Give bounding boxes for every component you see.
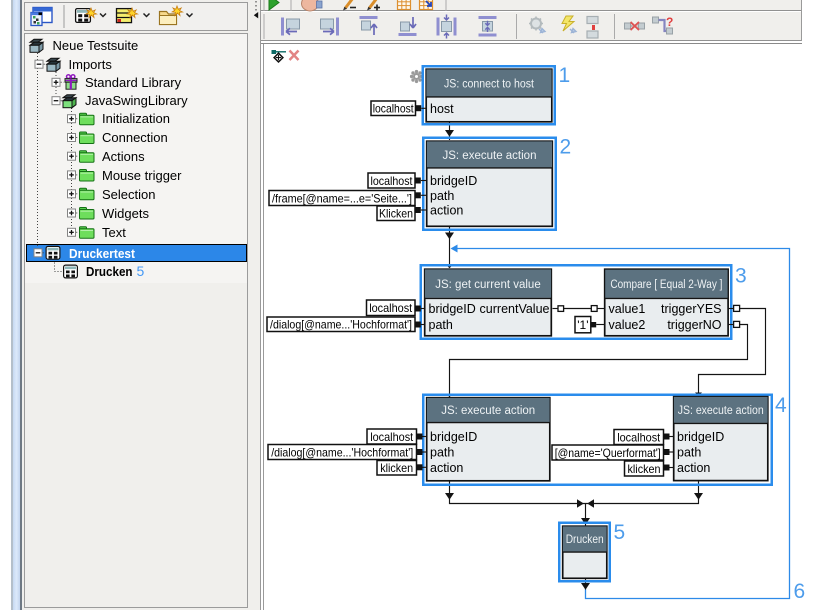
svg-text:3: 3 [735,264,747,287]
svg-text:bridgeID: bridgeID [430,430,477,444]
svg-text:Compare [ Equal 2-Way ]: Compare [ Equal 2-Way ] [610,279,722,291]
svg-text:/frame[@name=...e='Seite...']: /frame[@name=...e='Seite...'] [272,192,412,206]
svg-text:action: action [430,204,463,218]
svg-text:value1: value1 [609,302,646,316]
svg-text:localhost: localhost [617,431,661,445]
svg-text:localhost: localhost [370,430,414,444]
svg-text:value2: value2 [609,318,646,332]
svg-text:bridgeID: bridgeID [430,174,477,188]
svg-text:/dialog[@name...'Hochformat']: /dialog[@name...'Hochformat'] [270,318,412,332]
svg-text:triggerNO: triggerNO [667,318,721,332]
svg-text:Klicken: Klicken [379,207,413,221]
svg-text:action: action [677,461,710,475]
svg-text:localhost: localhost [369,301,413,315]
svg-text:6: 6 [794,580,806,603]
svg-text:triggerYES: triggerYES [661,302,721,316]
svg-text:path: path [430,446,454,460]
svg-text:?: ? [666,15,673,29]
svg-text:path: path [677,446,701,460]
svg-text:JS: execute action: JS: execute action [441,405,535,417]
svg-text:[@name='Querformat']: [@name='Querformat'] [555,446,661,460]
svg-text:2: 2 [560,135,572,158]
svg-text:path: path [429,318,453,332]
svg-text:5: 5 [614,521,626,544]
svg-text:Drucken: Drucken [566,534,604,546]
svg-text:localhost: localhost [371,174,414,188]
svg-text:localhost: localhost [373,102,415,116]
svg-text:bridgeID: bridgeID [429,302,476,316]
svg-text:klicken: klicken [628,462,661,476]
svg-text:bridgeID: bridgeID [677,430,724,444]
svg-text:JS: connect to host: JS: connect to host [444,78,535,90]
svg-text:path: path [430,189,454,203]
svg-text:JS: get current value: JS: get current value [435,279,540,291]
svg-text:JS: execute action: JS: execute action [443,150,537,162]
svg-text:4: 4 [775,394,787,417]
svg-text:/dialog[@name...'Hochformat']: /dialog[@name...'Hochformat'] [271,446,413,460]
svg-text:JS: execute action: JS: execute action [678,405,764,417]
svg-text:'1': '1' [577,318,588,332]
svg-text:currentValue: currentValue [480,302,550,316]
svg-text:1: 1 [559,64,571,87]
svg-text:klicken: klicken [380,461,413,475]
svg-text:host: host [430,102,454,116]
svg-text:action: action [430,461,463,475]
